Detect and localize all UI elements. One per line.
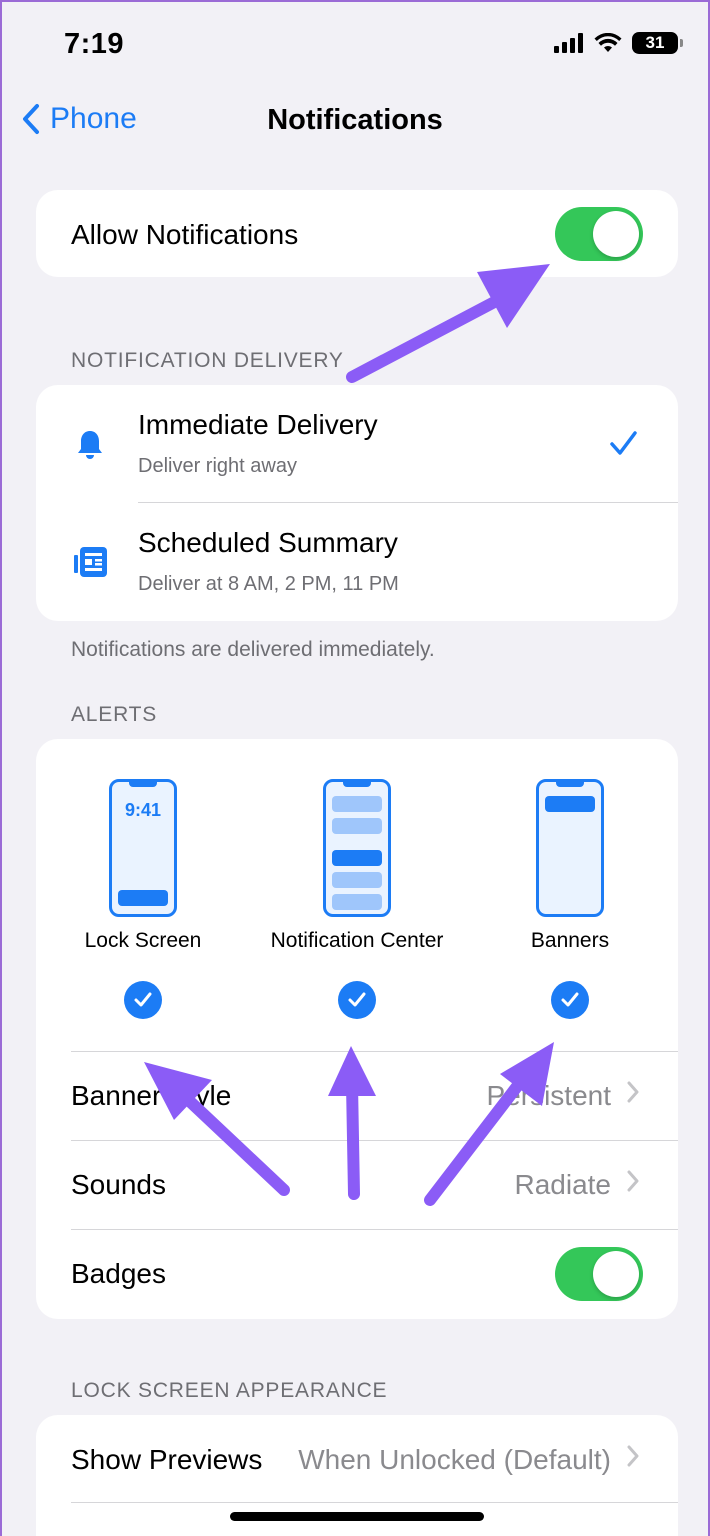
badges-toggle[interactable] [555, 1247, 643, 1301]
sounds-value: Radiate [514, 1169, 611, 1200]
lock-screen-label: Lock Screen [84, 929, 202, 952]
chevron-right-icon [626, 1444, 640, 1475]
banners-label: Banners [530, 929, 610, 952]
lock-screen-appearance-header: LOCK SCREEN APPEARANCE [71, 1379, 388, 1402]
immediate-delivery-label: Immediate Delivery [138, 409, 378, 440]
wifi-icon [594, 33, 622, 52]
summary-icon [74, 547, 107, 577]
status-icons: 31 [554, 32, 683, 54]
lock-screen-time: 9:41 [124, 800, 162, 820]
alert-style-notification-center[interactable]: Notification Center [257, 779, 457, 1019]
scheduled-summary-label: Scheduled Summary [138, 527, 398, 558]
alerts-header: ALERTS [71, 703, 158, 726]
alerts-card: 9:41 Lock Screen Notification Center Ban… [36, 739, 678, 1319]
sounds-label: Sounds [71, 1169, 166, 1200]
notification-center-label: Notification Center [270, 929, 444, 952]
chevron-right-icon [626, 1169, 640, 1200]
cellular-signal-icon [554, 33, 583, 53]
notification-delivery-header: NOTIFICATION DELIVERY [71, 349, 344, 372]
status-time: 7:19 [64, 28, 125, 60]
show-previews-value: When Unlocked (Default) [298, 1444, 611, 1475]
scheduled-summary-option[interactable]: Scheduled Summary Deliver at 8 AM, 2 PM,… [36, 503, 678, 621]
sounds-row[interactable]: Sounds Radiate [36, 1141, 678, 1230]
banner-style-row[interactable]: Banner Style Persistent [36, 1052, 678, 1141]
banners-preview-icon [536, 779, 604, 917]
annotation-arrow-icon [346, 264, 550, 383]
immediate-delivery-option[interactable]: Immediate Delivery Deliver right away [36, 385, 678, 503]
alert-style-banners[interactable]: Banners [470, 779, 670, 1019]
lock-screen-check-icon[interactable] [124, 981, 162, 1019]
allow-notifications-card: Allow Notifications [36, 190, 678, 277]
badges-label: Badges [71, 1258, 166, 1289]
banner-style-label: Banner Style [71, 1080, 232, 1111]
badges-row: Badges [36, 1230, 678, 1319]
divider [71, 1502, 678, 1503]
show-previews-label: Show Previews [71, 1444, 263, 1475]
checkmark-icon [610, 431, 637, 455]
allow-notifications-label: Allow Notifications [71, 219, 299, 250]
delivery-card: Immediate Delivery Deliver right away Sc… [36, 385, 678, 621]
scheduled-summary-sub: Deliver at 8 AM, 2 PM, 11 PM [138, 573, 399, 595]
notification-center-preview-icon [323, 779, 391, 917]
chevron-right-icon [626, 1080, 640, 1111]
home-indicator [230, 1512, 484, 1521]
delivery-footnote: Notifications are delivered immediately. [71, 638, 435, 661]
notification-center-check-icon[interactable] [338, 981, 376, 1019]
lock-screen-preview-icon: 9:41 [109, 779, 177, 917]
bell-icon [78, 431, 102, 459]
allow-notifications-toggle[interactable] [555, 207, 643, 261]
page-title: Notifications [267, 104, 443, 136]
banner-style-value: Persistent [486, 1080, 612, 1111]
battery-icon: 31 [632, 32, 683, 54]
immediate-delivery-sub: Deliver right away [138, 455, 297, 477]
alert-style-lock-screen[interactable]: 9:41 Lock Screen [43, 779, 243, 1019]
show-previews-row[interactable]: Show Previews When Unlocked (Default) [36, 1415, 678, 1503]
banners-check-icon[interactable] [551, 981, 589, 1019]
